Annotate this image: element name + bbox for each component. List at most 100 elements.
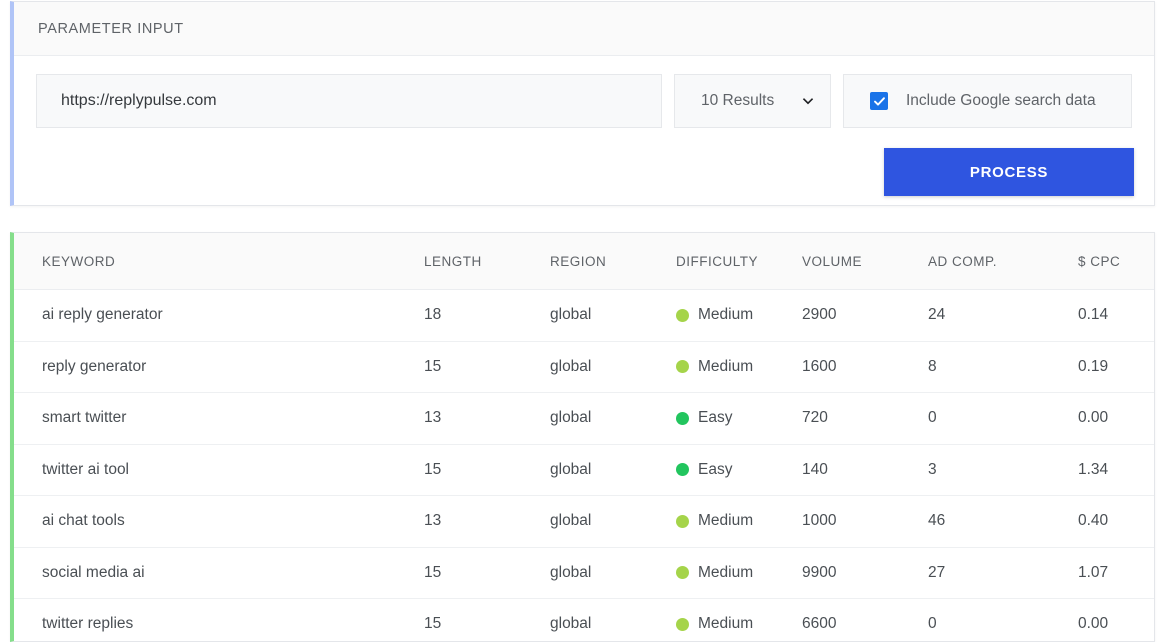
cell-length: 15 xyxy=(424,547,550,599)
results-count-select[interactable]: 10 Results xyxy=(674,74,831,128)
action-row: PROCESS xyxy=(36,148,1134,196)
process-button[interactable]: PROCESS xyxy=(884,148,1134,196)
cell-length: 15 xyxy=(424,341,550,393)
cell-cpc: 1.34 xyxy=(1078,444,1154,496)
cell-cpc: 0.00 xyxy=(1078,392,1154,445)
include-google-data-label: Include Google search data xyxy=(906,92,1096,109)
table-row[interactable]: twitter replies 15 global Medium 6600 0 0.00 xyxy=(14,598,1154,641)
column-header-length[interactable]: LENGTH xyxy=(424,233,550,290)
cell-cpc: 0.14 xyxy=(1078,289,1154,342)
table-header-row: KEYWORD LENGTH REGION DIFFICULTY VOLUME … xyxy=(14,233,1154,290)
cell-difficulty: Easy xyxy=(676,392,802,445)
cell-keyword: ai chat tools xyxy=(14,495,424,548)
cell-keyword: ai reply generator xyxy=(14,289,424,342)
cell-cpc: 0.00 xyxy=(1078,598,1154,641)
cell-difficulty: Medium xyxy=(676,495,802,548)
cell-volume: 2900 xyxy=(802,289,928,342)
cell-ad-comp: 3 xyxy=(928,444,1078,496)
cell-length: 18 xyxy=(424,289,550,342)
table-row[interactable]: ai reply generator 18 global Medium 2900 24 0.… xyxy=(14,289,1154,342)
column-header-volume[interactable]: VOLUME xyxy=(802,233,928,290)
cell-volume: 1600 xyxy=(802,341,928,393)
cell-volume: 140 xyxy=(802,444,928,496)
cell-difficulty: Medium xyxy=(676,598,802,641)
cell-ad-comp: 46 xyxy=(928,495,1078,548)
cell-keyword: social media ai xyxy=(14,547,424,599)
cell-volume: 1000 xyxy=(802,495,928,548)
keyword-results-table: KEYWORD LENGTH REGION DIFFICULTY VOLUME … xyxy=(14,233,1154,641)
cell-keyword: twitter replies xyxy=(14,598,424,641)
difficulty-label: Medium xyxy=(698,357,754,375)
cell-region: global xyxy=(550,495,676,548)
cell-region: global xyxy=(550,444,676,496)
difficulty-dot-icon xyxy=(676,308,689,322)
cell-length: 13 xyxy=(424,392,550,445)
difficulty-badge: Medium xyxy=(676,564,802,582)
difficulty-dot-icon xyxy=(676,463,689,477)
difficulty-label: Medium xyxy=(698,563,754,581)
cell-keyword: twitter ai tool xyxy=(14,444,424,496)
cell-region: global xyxy=(550,598,676,641)
cell-ad-comp: 8 xyxy=(928,341,1078,393)
cell-difficulty: Easy xyxy=(676,444,802,496)
difficulty-dot-icon xyxy=(676,617,689,631)
difficulty-badge: Easy xyxy=(676,409,802,427)
column-header-ad-comp[interactable]: AD COMP. xyxy=(928,233,1078,290)
column-header-difficulty[interactable]: DIFFICULTY xyxy=(676,233,802,290)
difficulty-label: Medium xyxy=(698,306,754,324)
difficulty-badge: Medium xyxy=(676,358,802,376)
parameter-input-card: PARAMETER INPUT https://replypulse.com 1… xyxy=(10,1,1155,206)
table-row[interactable]: smart twitter 13 global Easy 720 0 0.00 xyxy=(14,392,1154,445)
column-header-region[interactable]: REGION xyxy=(550,233,676,290)
results-table-card: KEYWORD LENGTH REGION DIFFICULTY VOLUME … xyxy=(10,232,1155,642)
difficulty-badge: Medium xyxy=(676,615,802,633)
difficulty-badge: Medium xyxy=(676,306,802,324)
cell-ad-comp: 24 xyxy=(928,289,1078,342)
cell-volume: 720 xyxy=(802,392,928,445)
cell-region: global xyxy=(550,392,676,445)
difficulty-label: Medium xyxy=(698,512,754,530)
parameter-input-body: https://replypulse.com 10 Results Includ… xyxy=(14,56,1154,196)
difficulty-label: Easy xyxy=(698,460,733,478)
chevron-down-icon xyxy=(802,95,814,107)
difficulty-badge: Medium xyxy=(676,512,802,530)
column-header-cpc[interactable]: $ CPC xyxy=(1078,233,1154,290)
cell-volume: 9900 xyxy=(802,547,928,599)
table-body: ai reply generator 18 global Medium 2900 24 0.… xyxy=(14,289,1154,641)
table-row[interactable]: ai chat tools 13 global Medium 1000 46 0.40 xyxy=(14,495,1154,548)
cell-cpc: 0.19 xyxy=(1078,341,1154,393)
difficulty-dot-icon xyxy=(676,360,689,374)
cell-cpc: 1.07 xyxy=(1078,547,1154,599)
checkmark-icon xyxy=(870,92,888,110)
difficulty-label: Easy xyxy=(698,409,733,427)
cell-difficulty: Medium xyxy=(676,547,802,599)
cell-length: 15 xyxy=(424,444,550,496)
difficulty-dot-icon xyxy=(676,514,689,528)
cell-ad-comp: 27 xyxy=(928,547,1078,599)
cell-region: global xyxy=(550,341,676,393)
cell-ad-comp: 0 xyxy=(928,392,1078,445)
cell-length: 13 xyxy=(424,495,550,548)
column-header-keyword[interactable]: KEYWORD xyxy=(14,233,424,290)
page-title: PARAMETER INPUT xyxy=(38,20,184,37)
include-google-data-checkbox[interactable]: Include Google search data xyxy=(843,74,1132,128)
table-row[interactable]: reply generator 15 global Medium 1600 8 0.19 xyxy=(14,341,1154,393)
parameter-input-header: PARAMETER INPUT xyxy=(14,2,1154,56)
cell-cpc: 0.40 xyxy=(1078,495,1154,548)
table-row[interactable]: social media ai 15 global Medium 9900 27 1.07 xyxy=(14,547,1154,599)
difficulty-badge: Easy xyxy=(676,461,802,479)
difficulty-label: Medium xyxy=(698,615,754,633)
results-count-value: 10 Results xyxy=(701,92,775,109)
cell-difficulty: Medium xyxy=(676,341,802,393)
table-row[interactable]: twitter ai tool 15 global Easy 140 3 1.34 xyxy=(14,444,1154,496)
cell-region: global xyxy=(550,547,676,599)
app-page: PARAMETER INPUT https://replypulse.com 1… xyxy=(0,0,1165,642)
difficulty-dot-icon xyxy=(676,566,689,580)
input-field-row: https://replypulse.com 10 Results Includ… xyxy=(36,74,1134,128)
cell-ad-comp: 0 xyxy=(928,598,1078,641)
cell-region: global xyxy=(550,289,676,342)
cell-volume: 6600 xyxy=(802,598,928,641)
url-input[interactable]: https://replypulse.com xyxy=(36,74,662,128)
table-header: KEYWORD LENGTH REGION DIFFICULTY VOLUME … xyxy=(14,233,1154,290)
cell-keyword: smart twitter xyxy=(14,392,424,445)
